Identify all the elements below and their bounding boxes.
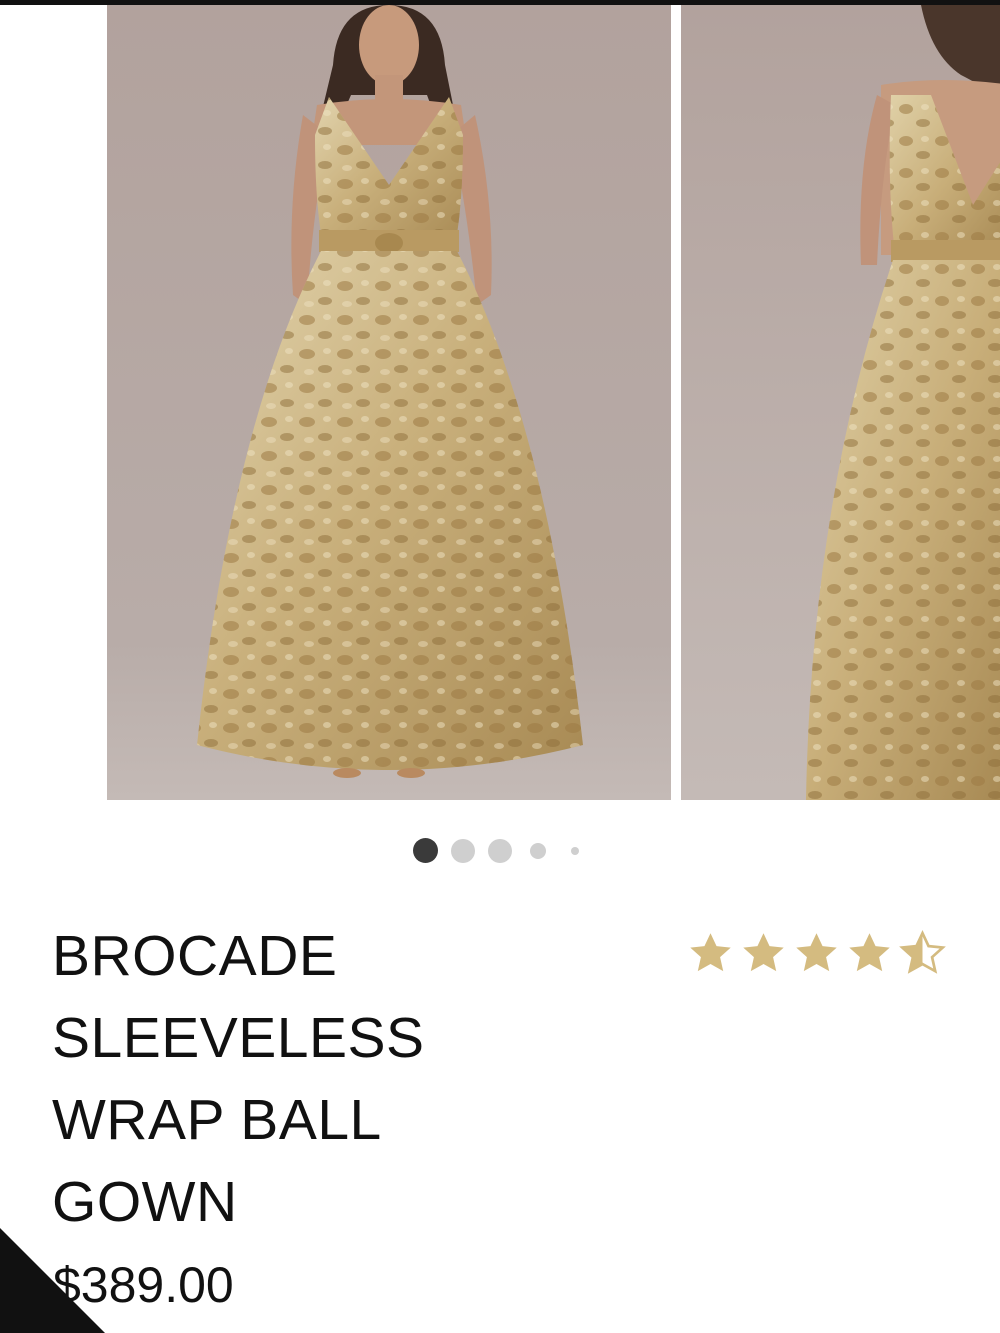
star-full-icon bbox=[796, 933, 837, 972]
star-half-icon bbox=[899, 930, 946, 974]
pagination-dot-active[interactable] bbox=[413, 838, 438, 863]
image-carousel[interactable] bbox=[0, 5, 1000, 800]
product-title-line: WRAP BALL bbox=[52, 1088, 382, 1152]
star-full-icon bbox=[849, 933, 890, 972]
product-title-line: GOWN bbox=[52, 1170, 238, 1234]
star-full-icon bbox=[690, 933, 731, 972]
product-title-line: BROCADE bbox=[52, 924, 338, 988]
pagination-dot[interactable] bbox=[451, 839, 475, 863]
star-full-icon bbox=[743, 933, 784, 972]
product-image-back[interactable] bbox=[681, 5, 1000, 800]
product-title: BROCADE SLEEVELESS WRAP BALL GOWN bbox=[52, 915, 592, 1243]
carousel-pagination bbox=[0, 835, 1000, 865]
pagination-dot[interactable] bbox=[571, 847, 579, 855]
pagination-dot[interactable] bbox=[530, 843, 546, 859]
product-title-line: SLEEVELESS bbox=[52, 1006, 425, 1070]
product-page: BROCADE SLEEVELESS WRAP BALL GOWN $389.0… bbox=[0, 0, 1000, 1333]
pagination-dot[interactable] bbox=[488, 839, 512, 863]
star-rating[interactable] bbox=[684, 928, 949, 978]
product-image-front[interactable] bbox=[107, 5, 671, 800]
corner-chevron-icon[interactable] bbox=[0, 1228, 105, 1333]
